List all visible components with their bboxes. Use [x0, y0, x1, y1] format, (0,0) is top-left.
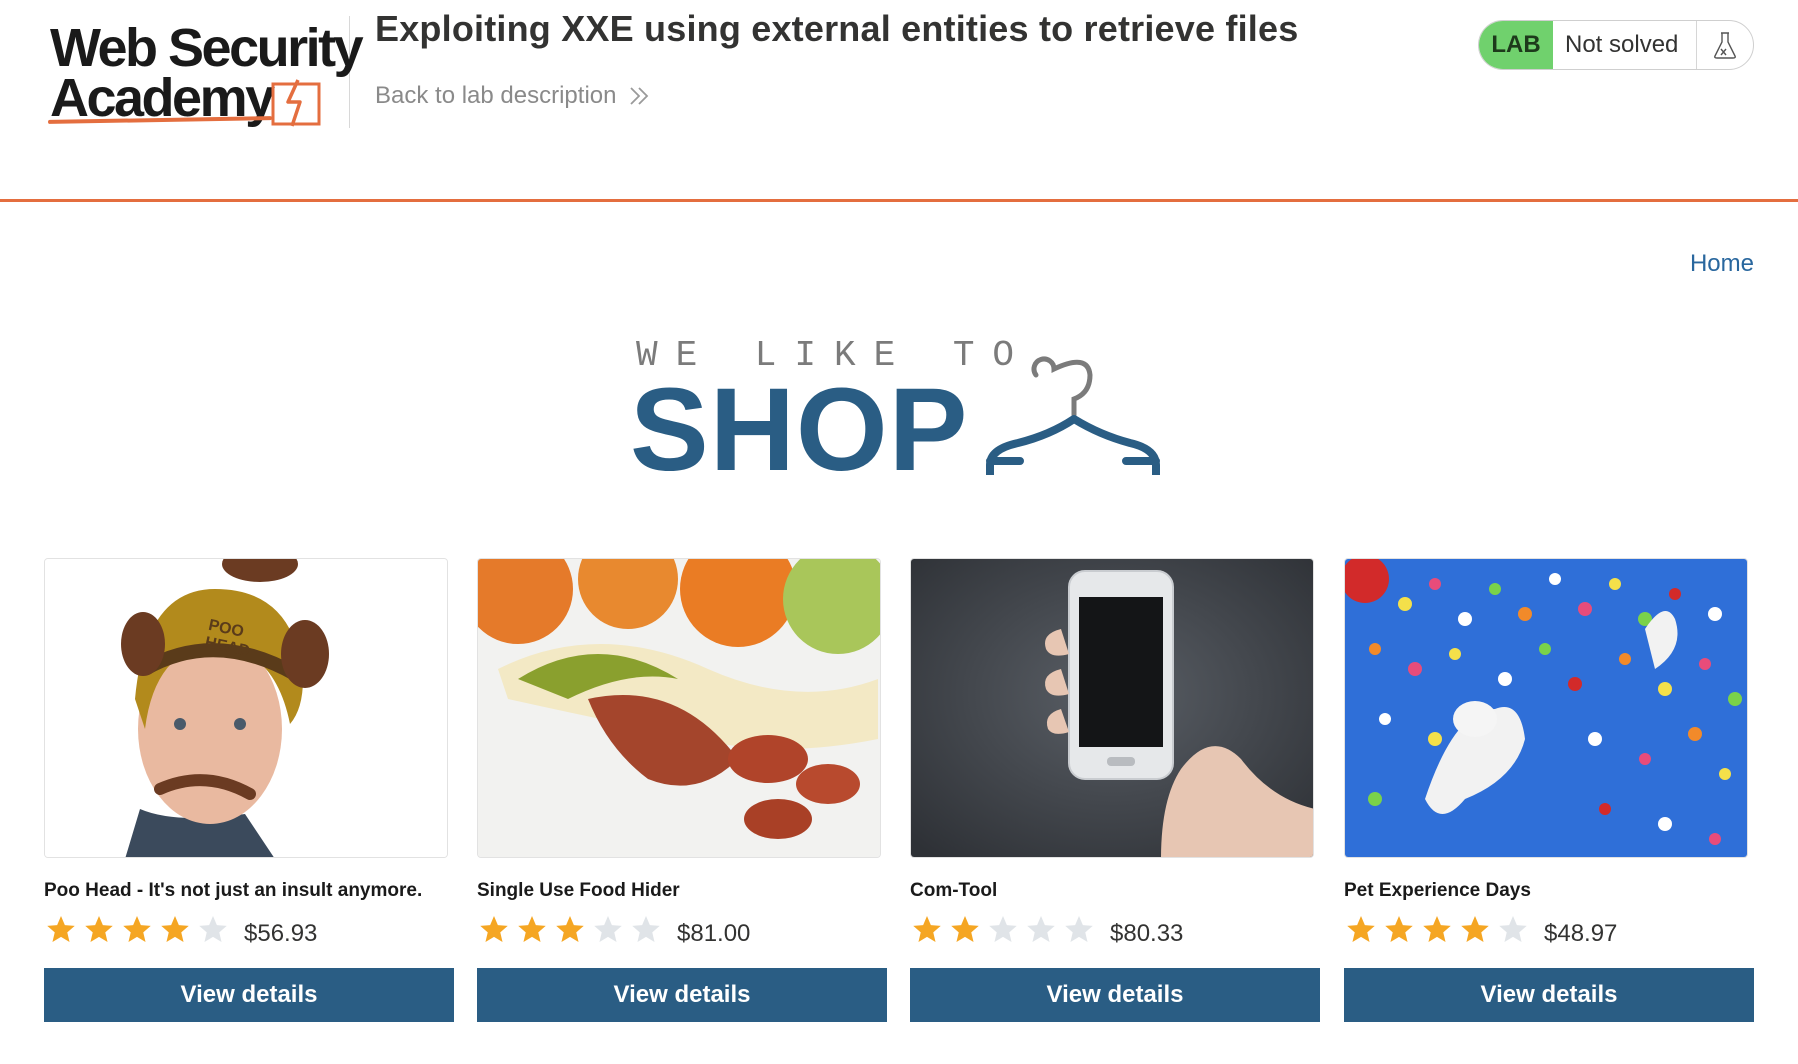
star-empty-icon: [594, 916, 622, 942]
product-image-pet-experience: [1344, 558, 1748, 858]
logo-bolt-icon: [271, 79, 321, 127]
star-filled-icon: [518, 916, 546, 942]
product-rating: $81.00: [477, 910, 750, 950]
star-filled-icon: [1385, 916, 1413, 942]
product-image-food-hider: [477, 558, 881, 858]
product-card: Single Use Food Hider $81.00 View detail…: [477, 558, 887, 1022]
product-price: $56.93: [244, 920, 318, 947]
star-empty-icon: [1027, 916, 1055, 942]
view-details-button[interactable]: View details: [910, 968, 1320, 1022]
star-filled-icon: [85, 916, 113, 942]
star-filled-icon: [1423, 916, 1451, 942]
academy-header: Web Security Academy Exploiting XXE usin…: [0, 0, 1798, 202]
product-rating: $56.93: [44, 910, 317, 950]
product-price: $48.97: [1544, 920, 1618, 947]
star-empty-icon: [199, 916, 227, 942]
back-to-lab-description-link[interactable]: Back to lab description: [375, 82, 650, 110]
hanger-icon: [986, 356, 1160, 475]
lab-badge: LAB: [1479, 21, 1553, 69]
product-grid: POO HEAD Poo Head - It's not just an ins…: [44, 558, 1754, 1022]
product-name: Pet Experience Days: [1344, 880, 1531, 901]
product-card: POO HEAD Poo Head - It's not just an ins…: [44, 558, 454, 1022]
view-details-button[interactable]: View details: [44, 968, 454, 1022]
star-filled-icon: [161, 916, 189, 942]
product-card: Com-Tool $80.33 View details: [910, 558, 1320, 1022]
product-name: Single Use Food Hider: [477, 880, 680, 901]
product-price: $80.33: [1110, 920, 1184, 947]
back-link-label: Back to lab description: [375, 82, 617, 109]
lab-title: Exploiting XXE using external entities t…: [375, 8, 1299, 49]
star-filled-icon: [1347, 916, 1375, 942]
star-empty-icon: [1499, 916, 1527, 942]
star-filled-icon: [1461, 916, 1489, 942]
product-image-com-tool: [910, 558, 1314, 858]
star-empty-icon: [632, 916, 660, 942]
home-link[interactable]: Home: [1690, 250, 1754, 278]
lab-status-text: Not solved: [1553, 21, 1697, 69]
lab-status-widget: LAB Not solved: [1478, 20, 1754, 70]
view-details-button[interactable]: View details: [477, 968, 887, 1022]
star-filled-icon: [480, 916, 508, 942]
star-filled-icon: [913, 916, 941, 942]
star-empty-icon: [989, 916, 1017, 942]
banner-shop-word: SHOP: [630, 364, 969, 496]
product-rating: $80.33: [910, 910, 1183, 950]
product-rating: $48.97: [1344, 910, 1617, 950]
star-empty-icon: [1065, 916, 1093, 942]
product-name: Poo Head - It's not just an insult anymo…: [44, 880, 423, 901]
product-name: Com-Tool: [910, 880, 998, 901]
web-security-academy-logo[interactable]: Web Security Academy: [44, 16, 364, 128]
product-card: Pet Experience Days $48.97 View details: [1344, 558, 1754, 1022]
star-filled-icon: [951, 916, 979, 942]
product-image-poo-head: POO HEAD: [44, 558, 448, 858]
star-filled-icon: [123, 916, 151, 942]
flask-icon: [1697, 21, 1753, 69]
shop-banner: WE LIKE TO SHOP: [630, 335, 1170, 495]
product-price: $81.00: [677, 920, 751, 947]
star-filled-icon: [47, 916, 75, 942]
view-details-button[interactable]: View details: [1344, 968, 1754, 1022]
double-chevron-right-icon: [630, 87, 649, 105]
star-filled-icon: [556, 916, 584, 942]
